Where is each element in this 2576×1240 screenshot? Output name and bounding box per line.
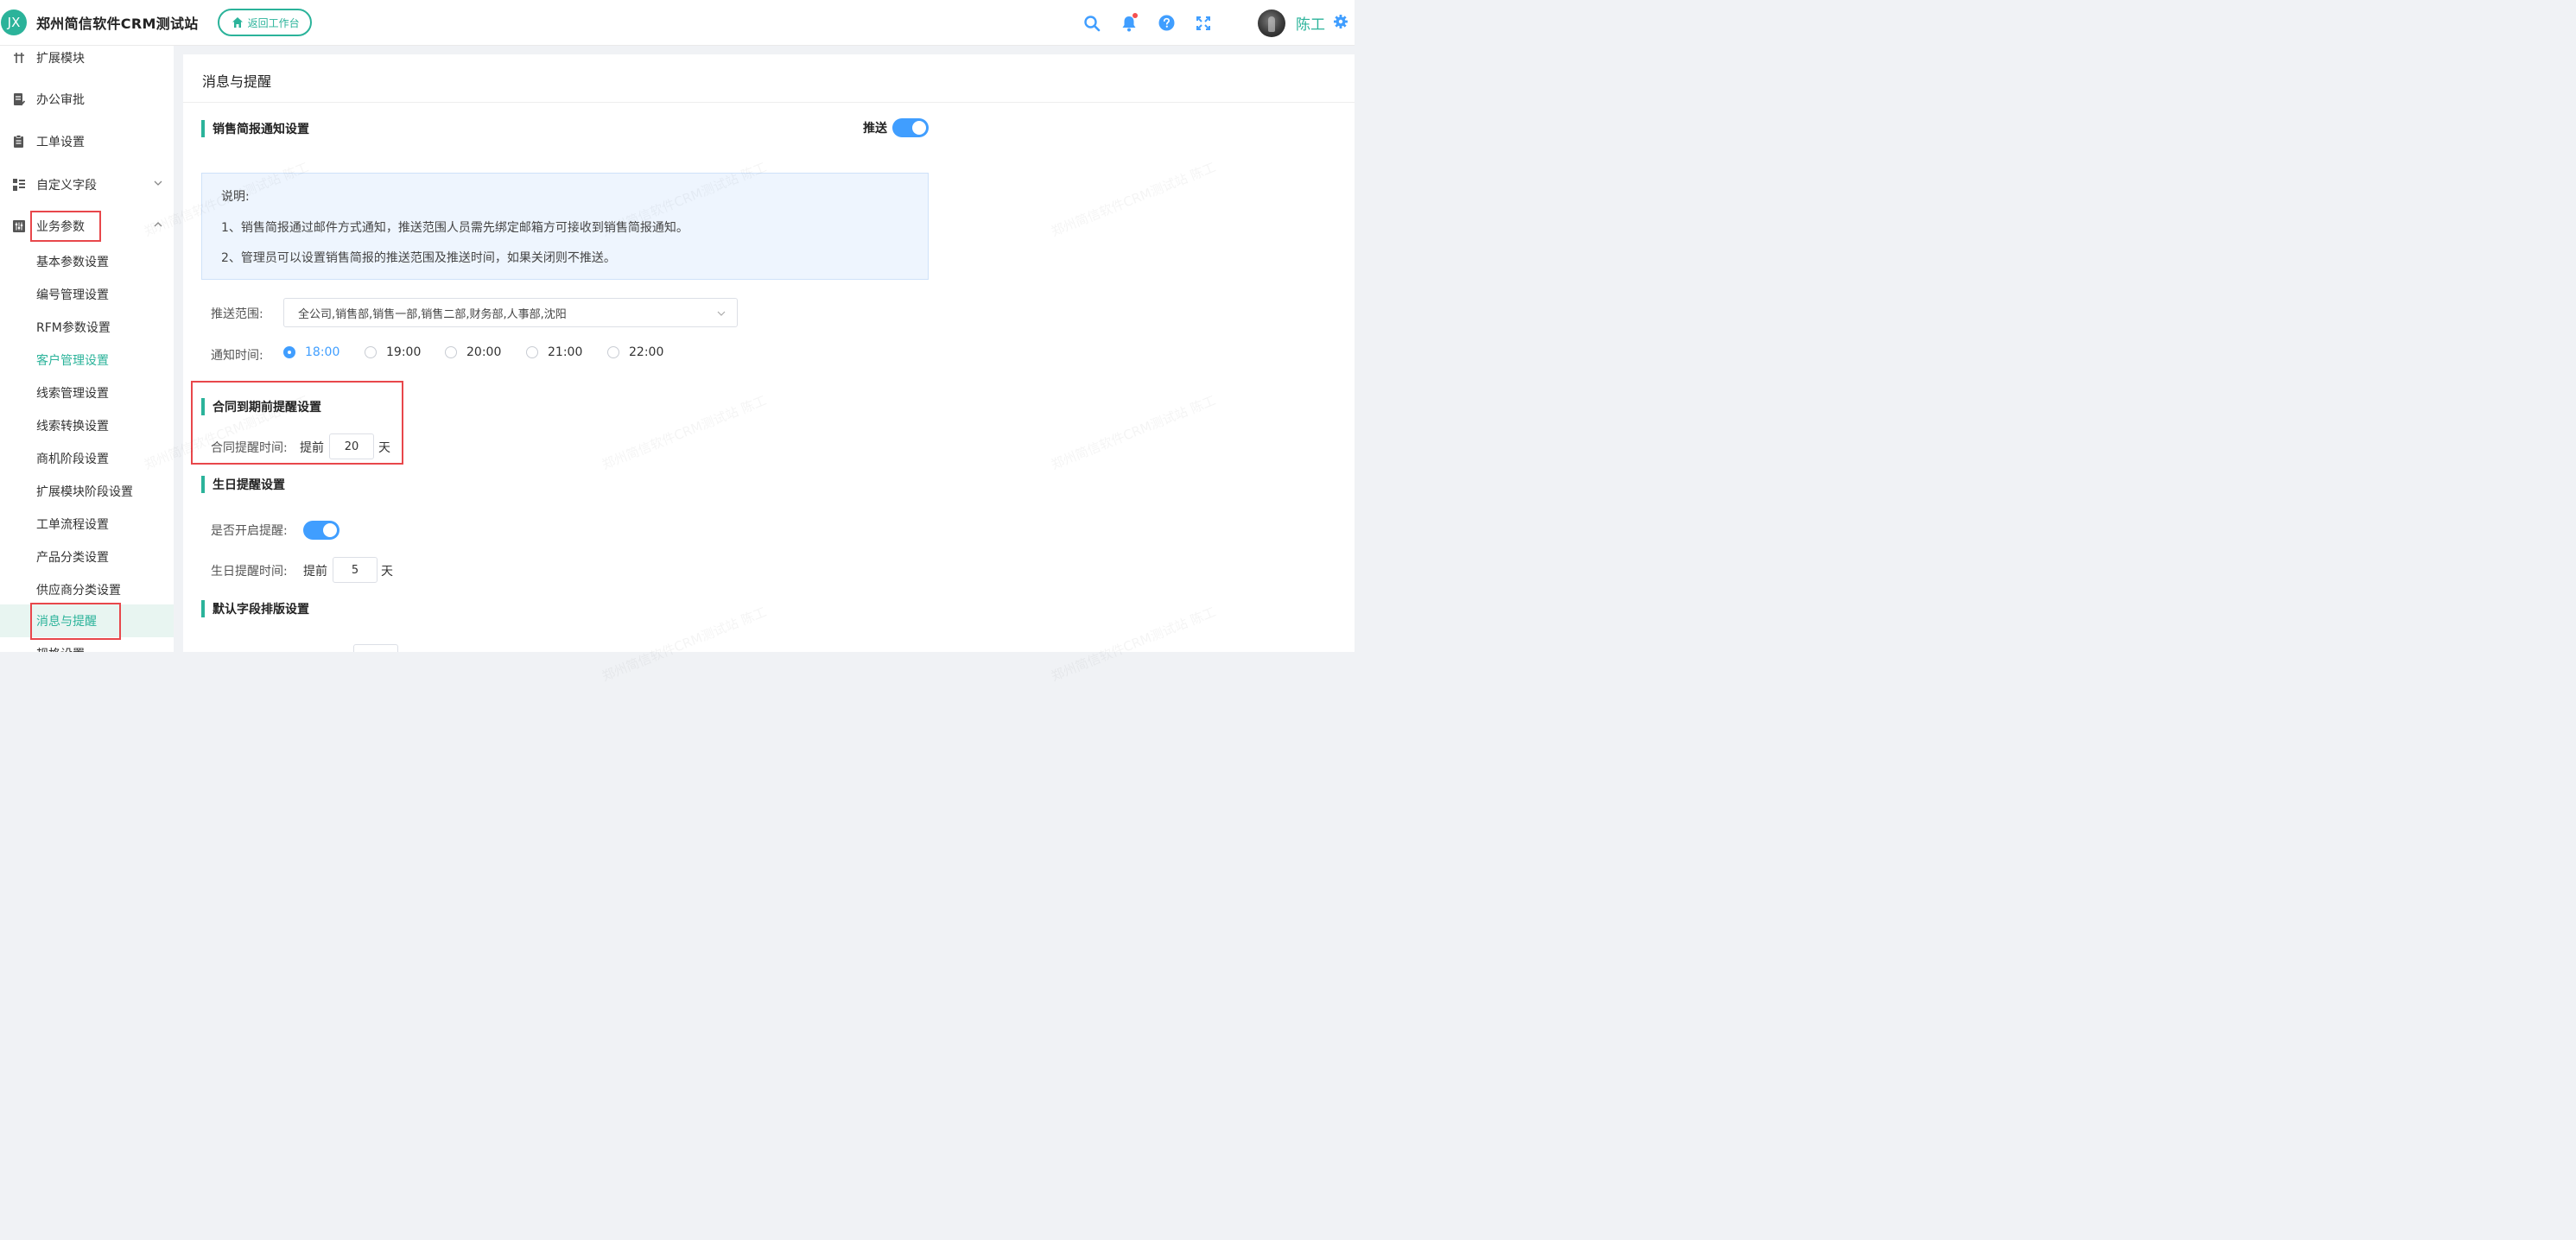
divider [183,102,1355,103]
birthday-unit: 天 [381,565,393,579]
radio-dot [607,346,619,358]
section-title-sales-report: 销售简报通知设置 [201,120,309,137]
highlight-box [30,603,121,640]
sidebar-subitem[interactable]: RFM参数设置 [0,311,174,344]
sidebar-subitem[interactable]: 客户管理设置 [0,344,174,376]
radio-label: 20:00 [466,345,502,359]
time-radio-21[interactable]: 21:00 [526,345,582,359]
push-label: 推送 [863,122,887,136]
gear-icon[interactable] [1334,14,1348,32]
birthday-switch[interactable] [303,521,339,540]
bell-icon[interactable] [1120,12,1138,32]
push-scope-select[interactable]: 全公司,销售部,销售一部,销售二部,财务部,人事部,沈阳 [283,298,738,327]
sidebar-subitem[interactable]: 产品分类设置 [0,541,174,573]
back-to-workbench-button[interactable]: 返回工作台 [217,9,312,36]
sidebar-subitem[interactable]: 扩展模块阶段设置 [0,475,174,508]
grid-list-icon [12,178,26,192]
sidebar: 扩展模块 办公审批 工单设置 自定义字段 业务参数 基本参数设置 编号管理设置 … [0,46,174,652]
search-icon[interactable] [1083,15,1101,32]
note-box: 说明: 1、销售简报通过邮件方式通知，推送范围人员需先绑定邮箱方可接收到销售简报… [201,173,929,280]
sidebar-subitem[interactable]: 线索转换设置 [0,409,174,442]
birthday-prefix: 提前 [303,565,327,579]
home-icon [232,17,243,28]
chevron-down-icon [716,308,726,322]
sidebar-item-custom-fields[interactable]: 自定义字段 [0,168,174,202]
fullscreen-icon[interactable] [1195,15,1212,32]
sidebar-subitem[interactable]: 供应商分类设置 [0,573,174,606]
time-radio-18[interactable]: 18:00 [283,345,339,359]
birthday-enable-label: 是否开启提醒: [211,524,288,538]
contract-prefix: 提前 [300,441,324,455]
push-toggle-group: 推送 [863,118,929,137]
sidebar-item-label: 办公审批 [36,93,85,107]
push-switch[interactable] [892,118,929,137]
radio-dot [283,346,295,358]
sidebar-item-extension[interactable]: 扩展模块 [0,46,174,75]
contract-unit: 天 [378,441,390,455]
sidebar-item-workorder[interactable]: 工单设置 [0,124,174,159]
highlight-box [30,211,101,242]
radio-dot [365,346,377,358]
contract-time-label: 合同提醒时间: [211,441,288,455]
time-radio-19[interactable]: 19:00 [365,345,421,359]
time-radio-20[interactable]: 20:00 [445,345,501,359]
radio-dot [445,346,457,358]
note-title: 说明: [221,190,250,204]
app-title: 郑州简信软件CRM测试站 [36,16,199,32]
avatar[interactable] [1258,9,1285,37]
section-title-birthday: 生日提醒设置 [201,476,285,493]
chevron-up-icon [153,219,163,233]
birthday-time-label: 生日提醒时间: [211,565,288,579]
section-title-default-layout: 默认字段排版设置 [201,600,309,617]
sidebar-subitem[interactable]: 工单流程设置 [0,508,174,541]
note-line: 1、销售简报通过邮件方式通知，推送范围人员需先绑定邮箱方可接收到销售简报通知。 [221,221,688,235]
scope-label: 推送范围: [211,307,263,321]
clipboard-icon [12,135,26,149]
radio-label: 21:00 [548,345,583,359]
sidebar-item-label: 自定义字段 [36,179,97,193]
time-radio-22[interactable]: 22:00 [607,345,663,359]
contract-days-input[interactable]: 20 [329,433,374,459]
notification-dot [1133,12,1138,18]
sidebar-subitem[interactable]: 编号管理设置 [0,278,174,311]
sidebar-item-approval[interactable]: 办公审批 [0,82,174,117]
back-button-label: 返回工作台 [247,16,300,29]
sliders-icon [12,219,26,233]
extension-icon [12,51,26,65]
sidebar-subitem[interactable]: 商机阶段设置 [0,442,174,475]
push-scope-value: 全公司,销售部,销售一部,销售二部,财务部,人事部,沈阳 [298,307,567,321]
sidebar-item-label: 扩展模块 [36,52,85,66]
top-header: JX 郑州简信软件CRM测试站 返回工作台 陈工 [0,0,1355,46]
chevron-down-icon [153,178,163,192]
app-logo: JX [1,9,27,35]
help-icon[interactable] [1158,15,1175,32]
sidebar-subitem[interactable]: 基本参数设置 [0,245,174,278]
layout-input[interactable] [353,644,398,652]
radio-label: 22:00 [629,345,664,359]
radio-label: 18:00 [305,345,340,359]
radio-dot [526,346,538,358]
section-title-contract: 合同到期前提醒设置 [201,398,321,415]
time-label: 通知时间: [211,349,263,363]
birthday-days-input[interactable]: 5 [333,557,378,583]
sidebar-item-label: 工单设置 [36,136,85,149]
approval-icon [12,92,26,106]
sidebar-subitem[interactable]: 线索管理设置 [0,376,174,409]
main-content: 消息与提醒 销售简报通知设置 推送 说明: 1、销售简报通过邮件方式通知，推送范… [183,54,1355,652]
page-title: 消息与提醒 [202,73,272,90]
note-line: 2、管理员可以设置销售简报的推送范围及推送时间，如果关闭则不推送。 [221,251,616,265]
radio-label: 19:00 [386,345,422,359]
user-name[interactable]: 陈工 [1296,12,1325,34]
